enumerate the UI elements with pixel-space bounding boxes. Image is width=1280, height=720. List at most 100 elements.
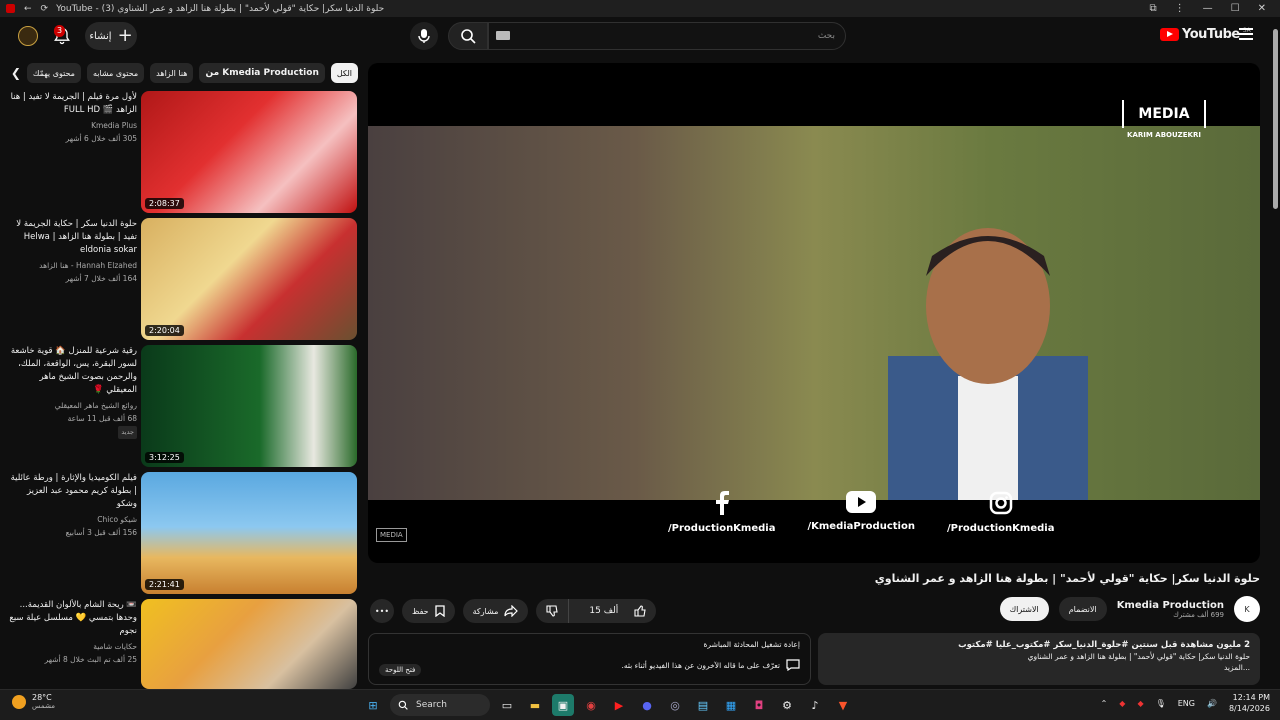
browser-titlebar: ← ⟳ YouTube - حلوة الدنيا سكر| حكاية "قو… (0, 0, 1280, 17)
windows-start-icon[interactable]: ⊞ (362, 694, 384, 716)
system-tray: ⌃ ◆ ◆ 🎙 ENG 🔊 12:14 PM 8/14/2026 (1101, 692, 1270, 714)
search-input[interactable]: بحث (488, 22, 846, 50)
chip-for-you[interactable]: محتوى يهمّك (26, 63, 81, 83)
file-explorer-icon[interactable]: ▬ (524, 694, 546, 716)
subscribe-button[interactable]: الاشتراك (999, 597, 1049, 621)
video-description[interactable]: 2 مليون مشاهدة قبل سنتين #حلوة_الدنيا_سك… (818, 633, 1260, 685)
language-indicator[interactable]: ENG (1178, 699, 1195, 708)
new-badge: جديد (118, 426, 137, 439)
save-label: حفظ (412, 606, 429, 616)
maximize-button[interactable]: ☐ (1231, 3, 1240, 14)
video-thumbnail[interactable]: 2:20:04 (141, 218, 357, 340)
microphone-icon (418, 29, 430, 43)
more-actions-button[interactable]: ••• (370, 599, 394, 623)
video-frame (368, 126, 1260, 500)
channel-name[interactable]: شيكو Chico (8, 513, 137, 526)
video-thumbnail[interactable]: 2:21:41 (141, 472, 357, 594)
youtube-logo[interactable]: YouTube SA (1160, 27, 1251, 42)
video-thumbnail[interactable]: 3:12:25 (141, 345, 357, 467)
bookmark-icon (434, 605, 445, 617)
account-avatar[interactable] (18, 26, 38, 46)
close-button[interactable]: ✕ (1258, 3, 1266, 14)
list-item[interactable]: 2:21:41 فيلم الكوميديا والإثارة | ورطة ع… (8, 472, 358, 594)
dislike-button[interactable] (536, 599, 568, 623)
clock[interactable]: 12:14 PM 8/14/2026 (1229, 692, 1270, 714)
logo-text: YouTube (1182, 27, 1240, 42)
youtube-app-icon[interactable]: ▶ (608, 694, 630, 716)
chip-similar[interactable]: محتوى مشابه (86, 63, 145, 83)
back-arrow-icon[interactable]: ← (24, 4, 32, 14)
refresh-icon[interactable]: ⟳ (41, 4, 49, 14)
tray-app-icon[interactable]: ◆ (1137, 699, 1143, 708)
brave-icon[interactable]: ▼ (832, 694, 854, 716)
instagram-app-icon[interactable]: ◘ (748, 694, 770, 716)
duration-badge: 3:12:25 (145, 452, 184, 463)
microphone-tray-icon[interactable]: 🎙 (1156, 699, 1166, 708)
tray-chevron-icon[interactable]: ⌃ (1101, 699, 1108, 708)
weather-widget[interactable]: 28°C مشمس (12, 693, 55, 710)
channel-name[interactable]: Hannah Elzahed - هنا الزاهد (8, 259, 137, 272)
chip-all[interactable]: الكل (330, 63, 358, 83)
like-button[interactable]: 15 ألف (569, 599, 656, 623)
chips-scroll-left-icon[interactable]: ❮ (11, 63, 21, 83)
search-button[interactable] (448, 22, 488, 50)
chip-hana-zahed[interactable]: هنا الزاهد (150, 63, 194, 83)
list-item[interactable]: 2:20:04 حلوة الدنيا سكر | حكاية الجريمة … (8, 218, 358, 340)
search-icon (398, 700, 408, 710)
description-stats: 2 مليون مشاهدة قبل سنتين #حلوة_الدنيا_سك… (958, 640, 1250, 650)
youtube-header: 3 إنشاء + بحث YouTube SA (0, 17, 1280, 55)
channel-name[interactable]: روائع الشيخ ماهر المعيقلي (8, 399, 137, 412)
channel-avatar[interactable]: K (1234, 596, 1260, 622)
scrollbar-thumb[interactable] (1273, 29, 1278, 209)
keyboard-icon[interactable] (496, 31, 510, 40)
discord-icon[interactable]: ● (636, 694, 658, 716)
list-item[interactable]: 3:12:25 رقية شرعية للمنزل 🏠 قوية خاشعة ل… (8, 345, 358, 467)
video-meta: حلوة الدنيا سكر | حكاية الجريمة لا تفيد … (8, 218, 137, 285)
hamburger-menu-icon[interactable] (1239, 28, 1253, 40)
channel-name-main[interactable]: Kmedia Production (1117, 600, 1224, 611)
taskbar-apps: ⊞ Search ▭ ▬ ▣ ◉ ▶ ● ◎ ▤ ▦ ◘ ⚙ ♪ ▼ (362, 694, 854, 716)
social-facebook: /ProductionKmedia (668, 491, 775, 534)
join-button[interactable]: الانضمام (1058, 597, 1107, 621)
create-button[interactable]: إنشاء + (85, 22, 137, 50)
video-player[interactable]: MEDIA KARIM ABOUZEKRI /ProductionKmedia … (368, 63, 1260, 563)
steam-icon[interactable]: ◎ (664, 694, 686, 716)
settings-icon[interactable]: ⚙ (776, 694, 798, 716)
volume-icon[interactable]: 🔊 (1207, 699, 1217, 708)
video-stats: 156 ألف قبل 3 أسابيع (65, 528, 137, 537)
youtube-play-icon (1160, 28, 1179, 41)
share-button[interactable]: مشاركة (462, 599, 529, 623)
list-item[interactable]: 2:08:37 لأول مرة فيلم | الجريمة لا تفيد … (8, 91, 358, 213)
channel-name[interactable]: Kmedia Plus (8, 119, 137, 132)
video-thumbnail[interactable]: 2:08:37 (141, 91, 357, 213)
tiktok-icon[interactable]: ♪ (804, 694, 826, 716)
save-button[interactable]: حفظ (402, 599, 455, 623)
store-icon[interactable]: ▦ (720, 694, 742, 716)
task-view-icon[interactable]: ▭ (496, 694, 518, 716)
channel-name[interactable]: حكايات شامية (8, 640, 137, 653)
page-scrollbar[interactable] (1271, 17, 1280, 689)
voice-search-button[interactable] (410, 22, 438, 50)
description-more[interactable]: ...المزيد (828, 662, 1250, 673)
video-title[interactable]: حلوة الدنيا سكر | حكاية الجريمة لا تفيد … (8, 218, 137, 257)
extensions-icon[interactable]: ⧉ (1150, 3, 1157, 14)
video-title[interactable]: رقية شرعية للمنزل 🏠 قوية خاشعة لسور البق… (8, 345, 137, 397)
tray-app-icon[interactable]: ◆ (1119, 699, 1125, 708)
list-item[interactable]: 📼 ريحة الشام بالألوان القديمة... وحدها ب… (8, 599, 358, 689)
video-title[interactable]: 📼 ريحة الشام بالألوان القديمة... وحدها ب… (8, 599, 137, 638)
active-app-icon[interactable]: ▣ (552, 694, 574, 716)
duration-badge: 2:20:04 (145, 325, 184, 336)
browser-menu-icon[interactable]: ⋮ (1175, 3, 1185, 14)
minimize-button[interactable]: — (1203, 3, 1213, 14)
video-title[interactable]: لأول مرة فيلم | الجريمة لا تفيد | هنا ال… (8, 91, 137, 117)
chrome-icon[interactable]: ◉ (580, 694, 602, 716)
terminal-icon[interactable]: ▤ (692, 694, 714, 716)
chip-from-channel[interactable]: من Kmedia Production (199, 63, 325, 83)
video-stats: 164 ألف خلال 7 أشهر (65, 274, 137, 283)
open-panel-button[interactable]: فتح اللوحة (379, 664, 422, 676)
video-title[interactable]: فيلم الكوميديا والإثارة | ورطة عائلية | … (8, 472, 137, 511)
taskbar-search[interactable]: Search (390, 694, 490, 716)
duration-badge: 2:08:37 (145, 198, 184, 209)
share-label: مشاركة (472, 606, 499, 616)
video-thumbnail[interactable] (141, 599, 357, 689)
